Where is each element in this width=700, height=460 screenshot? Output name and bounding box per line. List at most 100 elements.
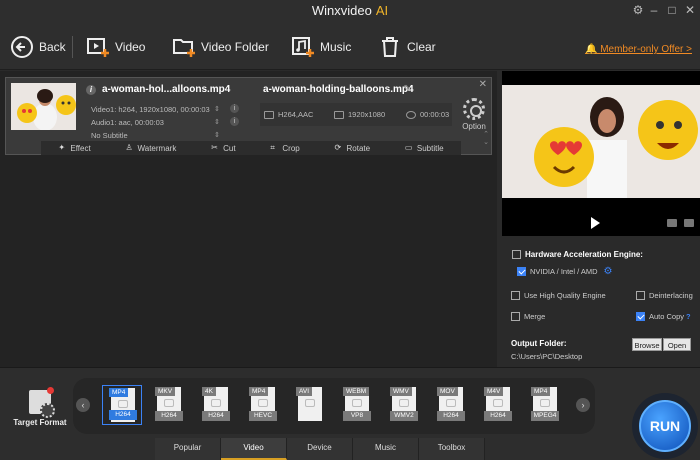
subtitle-select[interactable]: No Subtitle bbox=[91, 131, 128, 140]
file-item[interactable]: i a-woman-hol...alloons.mp4 Video1: h264,… bbox=[5, 77, 492, 155]
clear-label: Clear bbox=[407, 40, 436, 54]
auto-copy-checkbox[interactable] bbox=[636, 312, 645, 321]
merge-row[interactable]: Merge bbox=[511, 312, 545, 321]
output-folder-path-row[interactable]: C:\Users\PC\Desktop bbox=[511, 352, 582, 361]
format-item[interactable]: M4V H264 bbox=[478, 385, 518, 425]
target-format-button[interactable]: Target Format bbox=[10, 387, 70, 427]
audio-track-info-icon[interactable]: i bbox=[230, 117, 239, 126]
clear-button[interactable]: Clear bbox=[378, 34, 436, 60]
option-label: Option bbox=[462, 122, 486, 131]
remove-file-icon[interactable]: ✕ bbox=[479, 79, 487, 90]
snapshot-camera-icon[interactable] bbox=[667, 219, 677, 227]
audio-track-select[interactable]: Audio1: aac, 00:00:03 bbox=[91, 118, 164, 127]
format-item[interactable]: MOV H264 bbox=[431, 385, 471, 425]
card-scroll-arrows-icon[interactable]: ⌃ ⌄ bbox=[483, 131, 489, 147]
format-container-label: M4V bbox=[484, 387, 504, 396]
high-quality-row[interactable]: Use High Quality Engine bbox=[511, 291, 606, 300]
high-quality-checkbox[interactable] bbox=[511, 291, 520, 300]
format-container-label: WEBM bbox=[343, 387, 370, 396]
back-button[interactable]: Back bbox=[10, 34, 66, 60]
hw-accel-row[interactable]: Hardware Acceleration Engine: bbox=[512, 250, 643, 259]
subtitle-arrows-icon[interactable]: ⇕ bbox=[214, 131, 220, 139]
tab-device[interactable]: Device bbox=[287, 438, 353, 460]
hw-accel-checkbox[interactable] bbox=[512, 250, 521, 259]
video-thumbnail[interactable] bbox=[11, 83, 76, 130]
tab-music[interactable]: Music bbox=[353, 438, 419, 460]
add-video-button[interactable]: Video bbox=[86, 34, 145, 60]
auto-copy-help-icon[interactable]: ? bbox=[686, 312, 691, 321]
video-track-select[interactable]: Video1: h264, 1920x1080, 00:00:03 bbox=[91, 105, 210, 114]
ai-badge: AI bbox=[375, 3, 389, 18]
browse-button[interactable]: Browse bbox=[632, 338, 662, 351]
merge-checkbox[interactable] bbox=[511, 312, 520, 321]
format-prev-arrow-icon[interactable]: ‹ bbox=[76, 398, 90, 412]
format-item[interactable]: 4K H264 bbox=[196, 385, 236, 425]
tab-toolbox[interactable]: Toolbox bbox=[419, 438, 485, 460]
format-codec-label: H264 bbox=[484, 411, 512, 421]
run-button[interactable]: RUN bbox=[632, 393, 698, 459]
add-video-folder-button[interactable]: Video Folder bbox=[172, 34, 269, 60]
gpu-checkbox[interactable] bbox=[517, 267, 526, 276]
output-codec: H264,AAC bbox=[264, 110, 313, 119]
deinterlacing-row[interactable]: Deinterlacing bbox=[636, 291, 693, 300]
format-next-arrow-icon[interactable]: › bbox=[576, 398, 590, 412]
gpu-option-label: NVIDIA / Intel / AMD bbox=[530, 267, 598, 276]
deinterlacing-label: Deinterlacing bbox=[649, 291, 693, 300]
maximize-icon[interactable]: □ bbox=[664, 2, 680, 18]
format-item[interactable]: MP4 HEVC bbox=[243, 385, 283, 425]
crop-button[interactable]: ⌗ Crop bbox=[270, 144, 299, 153]
play-icon[interactable] bbox=[591, 217, 600, 229]
watermark-label: Watermark bbox=[137, 143, 177, 153]
auto-copy-row[interactable]: Auto Copy? bbox=[636, 312, 691, 321]
rename-pencil-icon[interactable]: ✎ bbox=[403, 84, 411, 95]
codec-option-gear-icon bbox=[463, 98, 485, 120]
format-container-label: WMV bbox=[390, 387, 412, 396]
format-item[interactable]: MP4 MPEG4 bbox=[525, 385, 565, 425]
output-folder-path[interactable]: C:\Users\PC\Desktop bbox=[511, 352, 582, 361]
output-file-name: a-woman-holding-balloons.mp4 bbox=[263, 84, 414, 95]
format-item[interactable]: WMV WMV2 bbox=[384, 385, 424, 425]
crop-label: Crop bbox=[282, 143, 300, 153]
format-item[interactable]: WEBM VP8 bbox=[337, 385, 377, 425]
open-snapshot-folder-icon[interactable] bbox=[684, 219, 694, 227]
close-window-icon[interactable]: ✕ bbox=[682, 2, 698, 18]
open-folder-button[interactable]: Open bbox=[663, 338, 691, 351]
gpu-settings-gear-icon[interactable]: ⚙ bbox=[604, 266, 613, 277]
cut-button[interactable]: ✂ Cut bbox=[211, 144, 235, 153]
subtitle-button[interactable]: ▭ Subtitle bbox=[405, 144, 444, 153]
bell-icon: 🔔 bbox=[584, 44, 601, 55]
deinterlacing-checkbox[interactable] bbox=[636, 291, 645, 300]
video-folder-label: Video Folder bbox=[201, 40, 269, 54]
video-track-info-icon[interactable]: i bbox=[230, 104, 239, 113]
member-offer-link[interactable]: 🔔 Member-only Offer > bbox=[585, 44, 692, 55]
title-bar: Winxvideo AI ⚙ – □ ✕ bbox=[0, 0, 700, 22]
format-video-icon bbox=[540, 399, 550, 407]
video-folder-icon bbox=[173, 39, 195, 57]
audio-track-arrows-icon[interactable]: ⇕ bbox=[214, 118, 220, 126]
add-music-button[interactable]: Music bbox=[291, 34, 351, 60]
effect-button[interactable]: ✦ Effect bbox=[58, 144, 90, 153]
bottom-panel: Target Format ‹ › MP4 H264 MKV H264 4K H264… bbox=[0, 367, 700, 460]
add-video-icon bbox=[87, 38, 109, 57]
magic-wand-icon: ✦ bbox=[58, 143, 66, 152]
tab-popular[interactable]: Popular bbox=[155, 438, 221, 460]
preview-video[interactable] bbox=[502, 85, 700, 198]
watermark-button[interactable]: ♙ Watermark bbox=[126, 144, 177, 153]
format-item[interactable]: AVI bbox=[290, 385, 330, 425]
minimize-icon[interactable]: – bbox=[646, 2, 662, 18]
video-track-arrows-icon[interactable]: ⇕ bbox=[214, 105, 220, 113]
rotate-button[interactable]: ⟳ Rotate bbox=[335, 144, 371, 153]
edit-toolbar: ✦ Effect ♙ Watermark ✂ Cut ⌗ Crop ⟳ Rotate ▭ S… bbox=[41, 141, 461, 155]
gpu-option-row[interactable]: NVIDIA / Intel / AMD ⚙ bbox=[517, 266, 613, 277]
format-codec-label: VP8 bbox=[343, 411, 371, 421]
option-button[interactable]: Option bbox=[459, 98, 489, 131]
info-icon[interactable]: i bbox=[86, 85, 96, 95]
crop-icon: ⌗ bbox=[270, 143, 275, 152]
tab-video[interactable]: Video bbox=[221, 438, 287, 460]
format-item[interactable]: MP4 H264 bbox=[102, 385, 142, 425]
file-list: i a-woman-hol...alloons.mp4 Video1: h264,… bbox=[0, 71, 497, 367]
music-label: Music bbox=[320, 40, 352, 54]
format-item[interactable]: MKV H264 bbox=[149, 385, 189, 425]
output-resolution-text: 1920x1080 bbox=[348, 110, 386, 119]
settings-gear-icon[interactable]: ⚙ bbox=[630, 2, 646, 18]
